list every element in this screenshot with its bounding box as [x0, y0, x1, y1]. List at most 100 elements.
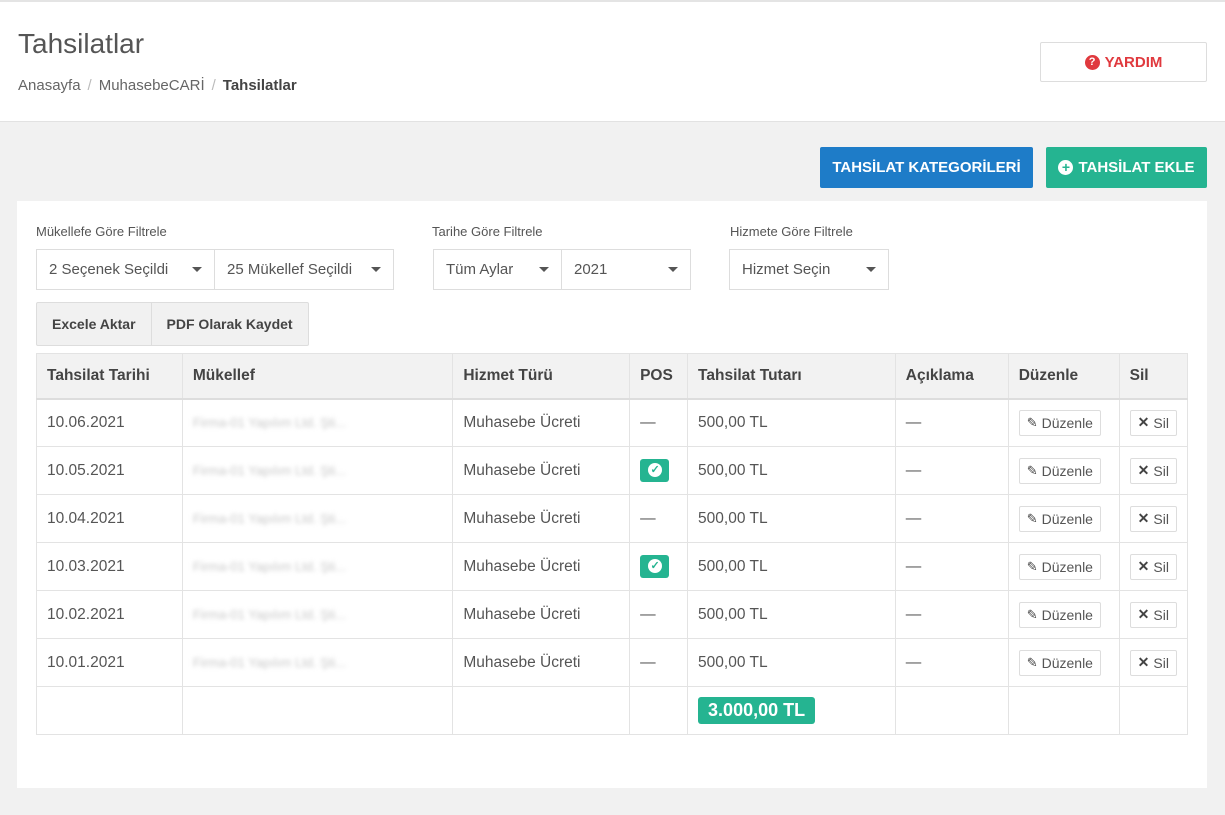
table-row: 10.06.2021 Firma-01 Yapılım Ltd. Şti... Mu… [36, 398, 1189, 447]
note-cell: — [894, 494, 1009, 543]
taxpayer-select[interactable]: 25 Mükellef Seçildi [214, 249, 394, 290]
total-cell: 3.000,00 TL [687, 686, 896, 735]
pos-cell: — [629, 398, 689, 447]
taxpayer-name-blurred: Firma-01 Yapılım Ltd. Şti... [192, 414, 347, 430]
pos-cell: — [629, 638, 689, 687]
delete-button-label: Sil [1153, 606, 1169, 623]
table-row: 10.01.2021 Firma-01 Yapılım Ltd. Şti... Mu… [36, 638, 1189, 687]
caret-down-icon [866, 267, 876, 272]
column-header[interactable]: Hizmet Türü [452, 353, 631, 400]
edit-button[interactable]: ✎ Düzenle [1018, 601, 1101, 628]
edit-cell: ✎ Düzenle [1007, 494, 1120, 543]
delete-cell: ✕ Sil [1118, 590, 1189, 639]
add-collection-label: TAHSİLAT EKLE [1078, 159, 1195, 176]
edit-button-label: Düzenle [1041, 606, 1093, 623]
taxpayer-name-blurred: Firma-01 Yapılım Ltd. Şti... [192, 462, 347, 478]
service-select[interactable]: Hizmet Seçin [729, 249, 889, 290]
breadcrumb-home[interactable]: Anasayfa [18, 77, 81, 94]
help-button[interactable]: ? YARDIM [1040, 42, 1207, 82]
export-button-group: Excele Aktar PDF Olarak Kaydet [36, 302, 309, 346]
edit-cell: ✎ Düzenle [1007, 638, 1120, 687]
delete-button[interactable]: ✕ Sil [1129, 505, 1177, 532]
taxpayer-filter-label: Mükellefe Göre Filtrele [36, 224, 167, 239]
empty-cell [452, 686, 631, 735]
column-header[interactable]: Mükellef [181, 353, 454, 400]
note-cell: — [894, 398, 1009, 447]
add-collection-button[interactable]: + TAHSİLAT EKLE [1046, 147, 1207, 188]
pos-empty: — [640, 653, 656, 671]
total-amount-badge: 3.000,00 TL [698, 697, 816, 724]
amount-cell: 500,00 TL [687, 446, 896, 495]
amount-cell: 500,00 TL [687, 590, 896, 639]
edit-button-label: Düzenle [1041, 558, 1093, 575]
service-cell: Muhasebe Ücreti [452, 446, 631, 495]
taxpayer-group-select[interactable]: 2 Seçenek Seçildi [36, 249, 215, 290]
edit-button[interactable]: ✎ Düzenle [1018, 553, 1101, 580]
pos-cell [629, 542, 689, 591]
caret-down-icon [371, 267, 381, 272]
month-value: Tüm Aylar [446, 261, 514, 278]
taxpayer-cell: Firma-01 Yapılım Ltd. Şti... [181, 494, 454, 543]
breadcrumb-muhasebe[interactable]: MuhasebeCARİ [99, 77, 205, 94]
year-value: 2021 [574, 261, 608, 278]
edit-button[interactable]: ✎ Düzenle [1018, 409, 1101, 436]
edit-button-label: Düzenle [1041, 510, 1093, 527]
column-header[interactable]: POS [629, 353, 689, 400]
edit-icon: ✎ [1026, 462, 1038, 478]
column-header[interactable]: Tahsilat Tutarı [687, 353, 896, 400]
delete-button[interactable]: ✕ Sil [1129, 601, 1177, 628]
table-row: 10.03.2021 Firma-01 Yapılım Ltd. Şti... Mu… [36, 542, 1189, 591]
collection-categories-button[interactable]: TAHSİLAT KATEGORİLERİ [820, 147, 1033, 188]
delete-button[interactable]: ✕ Sil [1129, 409, 1177, 436]
edit-cell: ✎ Düzenle [1007, 446, 1120, 495]
taxpayer-name-blurred: Firma-01 Yapılım Ltd. Şti... [192, 558, 347, 574]
help-button-label: YARDIM [1104, 53, 1163, 71]
close-icon: ✕ [1137, 414, 1150, 431]
column-header: Düzenle [1007, 353, 1120, 400]
edit-button[interactable]: ✎ Düzenle [1018, 505, 1101, 532]
breadcrumb-separator: / [211, 77, 216, 94]
edit-button-label: Düzenle [1041, 654, 1093, 671]
taxpayer-group-value: 2 Seçenek Seçildi [49, 261, 169, 278]
delete-cell: ✕ Sil [1118, 542, 1189, 591]
edit-cell: ✎ Düzenle [1007, 590, 1120, 639]
close-icon: ✕ [1137, 606, 1150, 622]
excel-export-button[interactable]: Excele Aktar [37, 303, 151, 345]
collections-table: Tahsilat Tarihi Mükellef Hizmet Türü POS… [36, 353, 1189, 735]
date-cell: 10.04.2021 [36, 494, 183, 543]
service-value: Hizmet Seçin [742, 261, 831, 278]
edit-button[interactable]: ✎ Düzenle [1018, 457, 1101, 484]
delete-cell: ✕ Sil [1118, 494, 1189, 543]
edit-icon: ✎ [1026, 510, 1038, 526]
column-header[interactable]: Tahsilat Tarihi [36, 353, 183, 400]
edit-button-label: Düzenle [1041, 414, 1093, 431]
pos-empty: — [640, 605, 656, 623]
pdf-export-button[interactable]: PDF Olarak Kaydet [150, 303, 308, 345]
taxpayer-cell: Firma-01 Yapılım Ltd. Şti... [181, 446, 454, 495]
close-icon: ✕ [1137, 654, 1150, 670]
edit-button[interactable]: ✎ Düzenle [1018, 649, 1101, 676]
empty-cell [181, 686, 454, 735]
column-header[interactable]: Açıklama [894, 353, 1009, 400]
amount-cell: 500,00 TL [687, 398, 896, 447]
date-cell: 10.06.2021 [36, 398, 183, 447]
service-filter-label: Hizmete Göre Filtrele [730, 224, 853, 239]
service-cell: Muhasebe Ücreti [452, 542, 631, 591]
page-title: Tahsilatlar [18, 28, 145, 59]
date-cell: 10.01.2021 [36, 638, 183, 687]
delete-button[interactable]: ✕ Sil [1129, 553, 1177, 580]
taxpayer-name-blurred: Firma-01 Yapılım Ltd. Şti... [192, 510, 347, 526]
caret-down-icon [668, 267, 678, 272]
table-row: 10.04.2021 Firma-01 Yapılım Ltd. Şti... Mu… [36, 494, 1189, 543]
delete-button[interactable]: ✕ Sil [1129, 649, 1177, 676]
caret-down-icon [192, 267, 202, 272]
taxpayer-cell: Firma-01 Yapılım Ltd. Şti... [181, 590, 454, 639]
delete-button[interactable]: ✕ Sil [1129, 457, 1177, 484]
service-cell: Muhasebe Ücreti [452, 398, 631, 447]
delete-button-label: Sil [1153, 462, 1169, 479]
close-icon: ✕ [1137, 510, 1150, 526]
table-total-row: 3.000,00 TL [36, 686, 1189, 735]
month-select[interactable]: Tüm Aylar [433, 249, 562, 290]
year-select[interactable]: 2021 [561, 249, 691, 290]
edit-icon: ✎ [1026, 606, 1038, 622]
